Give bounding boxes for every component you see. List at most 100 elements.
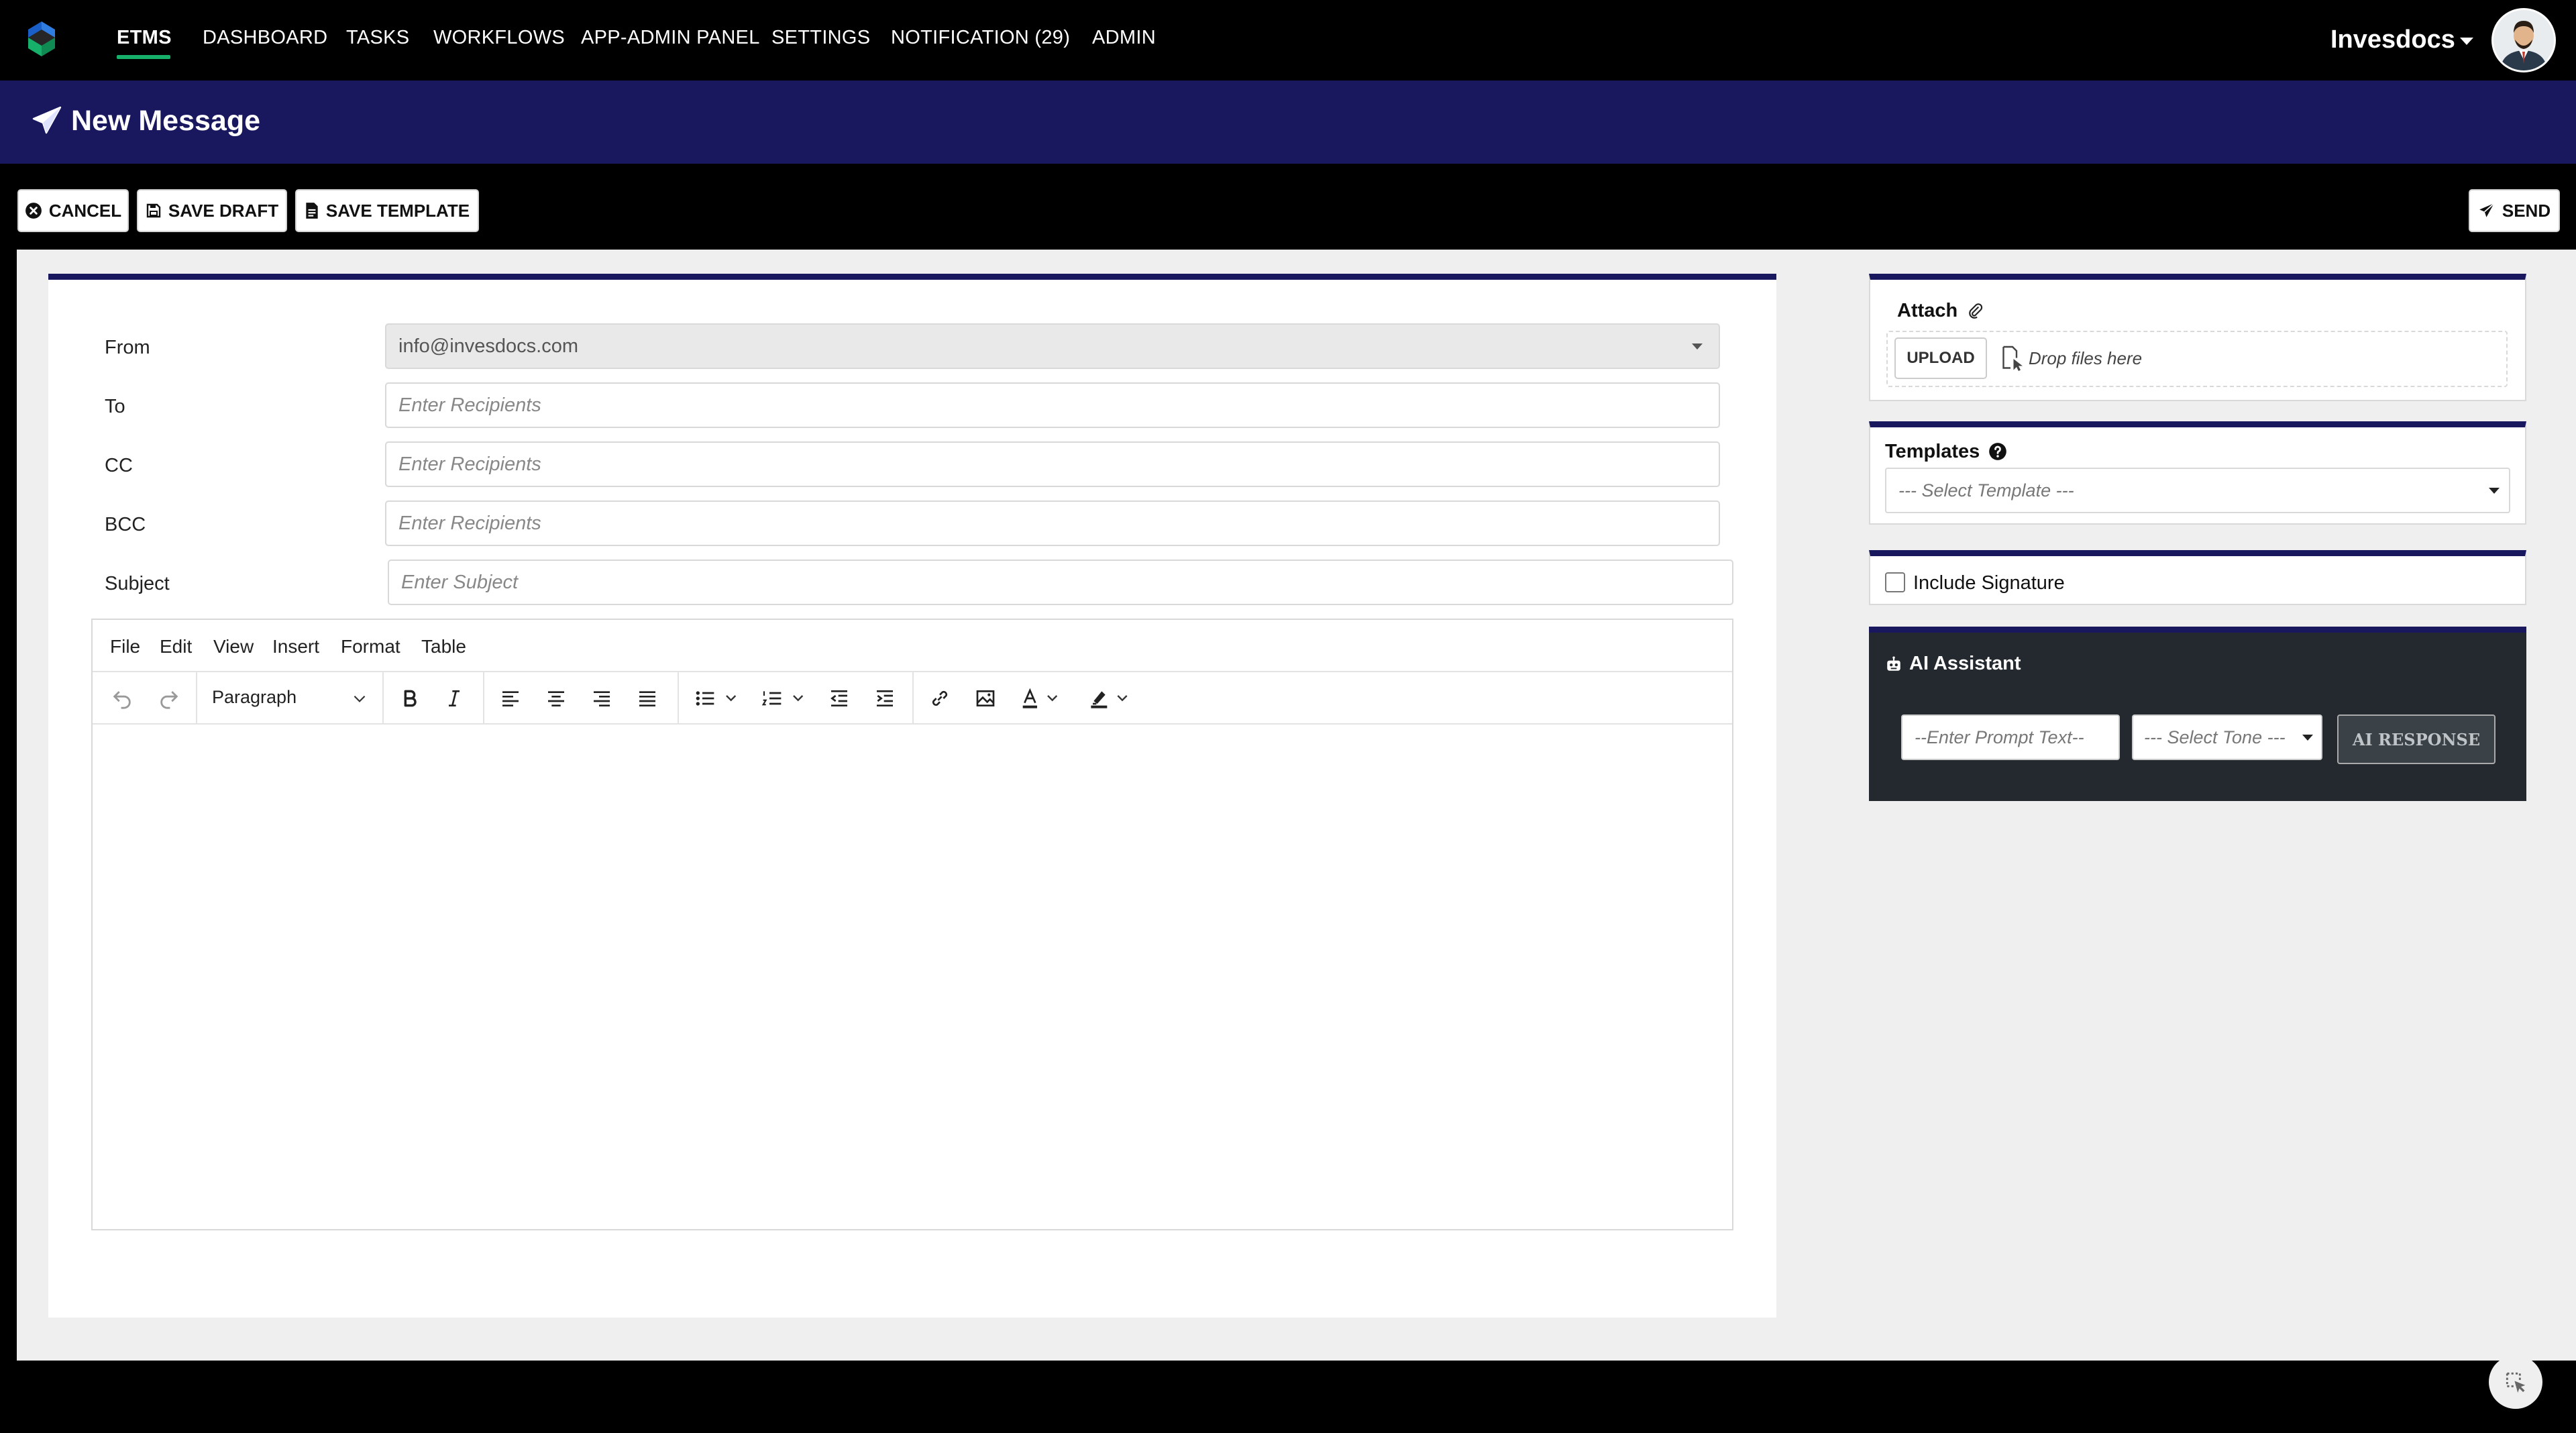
bcc-input[interactable]: Enter Recipients <box>385 500 1720 546</box>
chevron-down-icon[interactable] <box>347 682 372 715</box>
chevron-down-icon <box>2489 488 2500 494</box>
template-select-value: --- Select Template --- <box>1898 480 2074 500</box>
text-color-icon[interactable] <box>1014 682 1071 715</box>
bcc-input-placeholder: Enter Recipients <box>398 512 541 534</box>
save-draft-button[interactable]: SAVE DRAFT <box>137 189 287 232</box>
bcc-label: BCC <box>105 514 146 535</box>
menu-format[interactable]: Format <box>341 636 400 657</box>
italic-icon[interactable] <box>437 682 471 715</box>
user-avatar-icon <box>2493 10 2554 70</box>
ai-prompt-placeholder: --Enter Prompt Text-- <box>1915 727 2084 747</box>
paper-plane-icon <box>2479 203 2495 217</box>
attach-card: Attach UPLOAD Drop files here <box>1869 274 2526 401</box>
nav-item-dashboard[interactable]: DASHBOARD <box>203 27 327 49</box>
signature-card: Include Signature <box>1869 550 2526 605</box>
save-icon <box>146 203 161 218</box>
ai-tone-select[interactable]: --- Select Tone --- <box>2132 714 2322 760</box>
menu-insert[interactable]: Insert <box>272 636 319 657</box>
app-logo-icon[interactable] <box>25 20 58 58</box>
nav-item-notification[interactable]: NOTIFICATION (29) <box>891 27 1070 49</box>
page-header <box>0 81 2576 164</box>
align-center-icon[interactable] <box>539 682 573 715</box>
indent-icon[interactable] <box>868 682 902 715</box>
nav-item-admin[interactable]: ADMIN <box>1092 27 1156 49</box>
editor-content-area[interactable] <box>93 725 1732 1229</box>
drop-files-text: Drop files here <box>2029 348 2143 368</box>
top-navbar: ETMS DASHBOARD TASKS WORKFLOWS APP-ADMIN… <box>0 0 2576 81</box>
upload-button-label: UPLOAD <box>1907 349 1975 367</box>
from-label: From <box>105 337 150 358</box>
ai-response-button-label: AI RESPONSE <box>2352 729 2481 749</box>
menu-view[interactable]: View <box>213 636 254 657</box>
subject-input[interactable]: Enter Subject <box>388 560 1733 605</box>
toolbar-divider <box>678 672 679 725</box>
chevron-down-icon <box>2302 735 2313 741</box>
align-left-icon[interactable] <box>494 682 527 715</box>
outdent-icon[interactable] <box>822 682 856 715</box>
ai-response-button[interactable]: AI RESPONSE <box>2337 714 2496 764</box>
paperclip-icon <box>1969 303 1983 319</box>
align-justify-icon[interactable] <box>631 682 664 715</box>
document-icon <box>306 203 318 219</box>
subject-input-placeholder: Enter Subject <box>401 571 519 593</box>
ai-assistant-card: AI Assistant --Enter Prompt Text-- --- S… <box>1869 627 2526 801</box>
help-icon[interactable] <box>1988 442 2007 461</box>
attach-title: Attach <box>1897 300 1958 321</box>
cancel-button[interactable]: CANCEL <box>17 189 129 232</box>
nav-active-indicator <box>117 55 170 59</box>
to-label: To <box>105 396 125 417</box>
send-button[interactable]: SEND <box>2469 189 2560 232</box>
cc-input[interactable]: Enter Recipients <box>385 441 1720 487</box>
cursor-select-icon <box>2506 1372 2526 1393</box>
save-template-button[interactable]: SAVE TEMPLATE <box>295 189 479 232</box>
save-template-button-label: SAVE TEMPLATE <box>325 200 470 221</box>
align-right-icon[interactable] <box>585 682 619 715</box>
nav-item-etms[interactable]: ETMS <box>117 27 172 49</box>
ai-assistant-title: AI Assistant <box>1909 653 2021 674</box>
page: ETMS DASHBOARD TASKS WORKFLOWS APP-ADMIN… <box>0 0 2576 1433</box>
to-input[interactable]: Enter Recipients <box>385 382 1720 428</box>
robot-icon <box>1887 656 1900 671</box>
chevron-down-icon[interactable] <box>2460 38 2473 45</box>
editor-toolbar: Paragraph <box>93 672 1732 725</box>
menu-table[interactable]: Table <box>421 636 466 657</box>
menu-file[interactable]: File <box>110 636 140 657</box>
undo-icon[interactable] <box>106 682 138 715</box>
include-signature-label: Include Signature <box>1913 572 2065 594</box>
from-select[interactable]: info@invesdocs.com <box>385 323 1720 369</box>
template-select[interactable]: --- Select Template --- <box>1885 468 2510 513</box>
include-signature-checkbox[interactable] <box>1885 572 1905 592</box>
bold-icon[interactable] <box>393 682 427 715</box>
avatar[interactable] <box>2491 8 2556 72</box>
templates-title: Templates <box>1885 441 1980 462</box>
link-icon[interactable] <box>923 682 957 715</box>
cc-input-placeholder: Enter Recipients <box>398 453 541 475</box>
ai-assistant-header: AI Assistant <box>1885 653 2021 675</box>
toolbar-divider <box>382 672 384 725</box>
nav-item-workflows[interactable]: WORKFLOWS <box>433 27 565 49</box>
block-format-select[interactable]: Paragraph <box>212 687 297 708</box>
nav-item-settings[interactable]: SETTINGS <box>771 27 870 49</box>
menu-edit[interactable]: Edit <box>160 636 192 657</box>
templates-card: Templates --- Select Template --- <box>1869 421 2526 525</box>
save-draft-button-label: SAVE DRAFT <box>168 200 279 221</box>
highlight-icon[interactable] <box>1081 682 1142 715</box>
bullet-list-icon[interactable] <box>688 682 749 715</box>
floating-action-button[interactable] <box>2489 1355 2542 1409</box>
account-brand-name[interactable]: Invesdocs <box>2330 25 2455 54</box>
upload-button[interactable]: UPLOAD <box>1894 337 1987 379</box>
toolbar-divider <box>196 672 197 725</box>
redo-icon[interactable] <box>153 682 185 715</box>
subject-label: Subject <box>105 573 170 594</box>
nav-item-app-admin-panel[interactable]: APP-ADMIN PANEL <box>581 27 760 49</box>
chevron-down-icon <box>1692 343 1703 350</box>
cancel-button-label: CANCEL <box>48 200 122 221</box>
ai-tone-select-value: --- Select Tone --- <box>2144 727 2286 747</box>
file-drop-zone[interactable]: UPLOAD Drop files here <box>1886 331 2508 387</box>
ai-prompt-input[interactable]: --Enter Prompt Text-- <box>1901 714 2120 760</box>
numbered-list-icon[interactable] <box>755 682 816 715</box>
nav-item-tasks[interactable]: TASKS <box>346 27 409 49</box>
toolbar-divider <box>912 672 914 725</box>
page-title: New Message <box>71 105 261 137</box>
image-icon[interactable] <box>969 682 1002 715</box>
